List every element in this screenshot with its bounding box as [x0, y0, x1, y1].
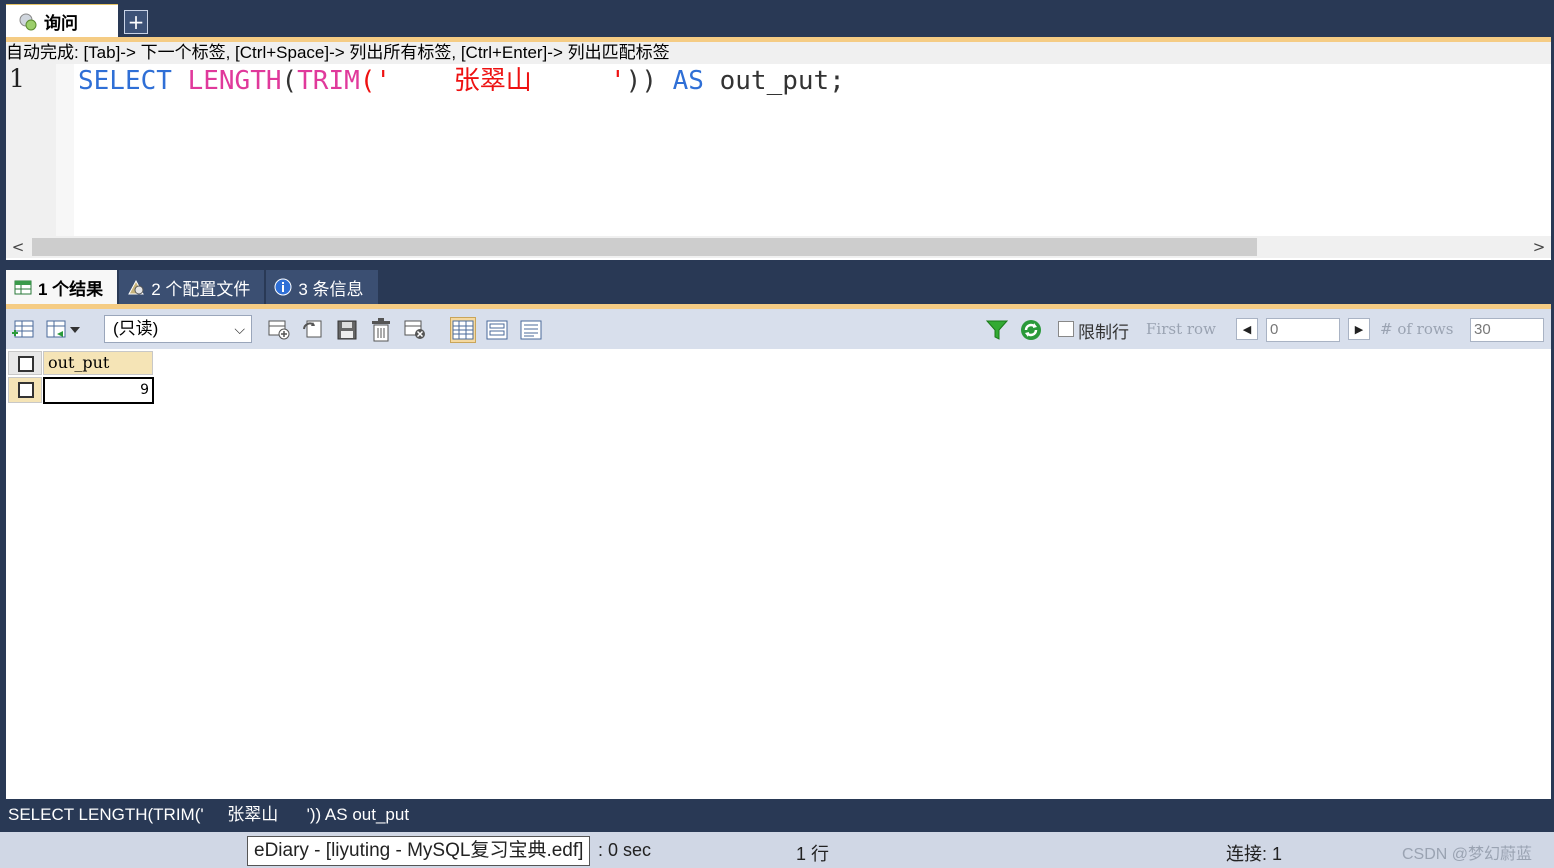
line-number: 1	[9, 64, 25, 93]
autocomplete-hint: 自动完成: [Tab]-> 下一个标签, [Ctrl+Space]-> 列出所有…	[6, 42, 1551, 64]
tab-profile-label: 2 个配置文件	[151, 279, 251, 299]
scroll-left-icon[interactable]: <	[8, 236, 28, 258]
select-all-checkbox[interactable]	[18, 356, 34, 372]
add-row-icon[interactable]	[10, 317, 36, 343]
tab-results-label: 1 个结果	[38, 279, 104, 299]
add-tab-button[interactable]: +	[124, 10, 148, 34]
table-cell[interactable]: 9	[43, 377, 154, 404]
limit-rows-checkbox[interactable]	[1058, 321, 1074, 337]
profile-icon	[127, 278, 145, 296]
tab-query[interactable]: 询问	[6, 4, 118, 38]
column-header[interactable]: out_put	[43, 351, 153, 375]
alias: out_put;	[719, 66, 845, 96]
next-page-icon[interactable]: ▶	[1348, 318, 1370, 340]
window-tooltip: eDiary - [liyuting - MySQL复习宝典.edf]	[247, 836, 591, 866]
watermark: CSDN @梦幻蔚蓝	[1402, 846, 1533, 863]
query-preview: SELECT LENGTH(TRIM(' 张翠山 ')) AS out_put	[0, 800, 1554, 832]
row-checkbox[interactable]	[18, 382, 34, 398]
chevron-down-icon[interactable]	[68, 317, 82, 343]
first-row-label: First row	[1146, 320, 1216, 338]
filter-icon[interactable]	[984, 317, 1010, 343]
first-row-input[interactable]: 0	[1266, 318, 1340, 342]
keyword-as: AS	[672, 66, 704, 96]
row-count: 1 行	[796, 844, 830, 864]
results-toolbar: (只读) ⌵ 限制行 First row ◀ 0 ▶ # of rows 30	[6, 309, 1551, 349]
top-tab-strip	[0, 0, 1554, 38]
paren-open: (	[281, 66, 298, 96]
mode-select-value: (只读)	[113, 319, 159, 338]
select-chevron-icon: ⌵	[234, 321, 245, 337]
tab-messages[interactable]: 3 条信息	[266, 270, 380, 304]
num-rows-input[interactable]: 30	[1470, 318, 1544, 342]
tab-query-label: 询问	[44, 14, 78, 34]
tab-profile[interactable]: 2 个配置文件	[119, 270, 267, 304]
result-tabs: 1 个结果 2 个配置文件 3 条信息	[6, 270, 380, 304]
function-trim: TRIM	[297, 66, 360, 96]
function-length: LENGTH	[187, 66, 282, 96]
keyword-select: SELECT	[78, 66, 172, 96]
status-bar: : 0 sec 1 行 连接: 1	[0, 832, 1554, 868]
prev-page-icon[interactable]: ◀	[1236, 318, 1258, 340]
paren-close: ))	[625, 66, 657, 96]
query-icon	[18, 12, 38, 32]
string-value: 张翠山	[453, 66, 532, 96]
exec-time: : 0 sec	[598, 840, 652, 860]
results-icon	[14, 278, 32, 296]
code-line[interactable]: SELECT LENGTH(TRIM(' 张翠山 ')) AS out_put;	[78, 64, 845, 98]
select-all-cell[interactable]	[8, 351, 42, 375]
duplicate-row-icon[interactable]	[266, 317, 292, 343]
results-grid: out_put 9	[6, 349, 1551, 799]
limit-rows-label: 限制行	[1078, 323, 1129, 342]
fold-margin	[56, 64, 74, 236]
connection-count: 连接: 1	[1226, 844, 1283, 864]
mode-select[interactable]: (只读) ⌵	[104, 315, 252, 343]
num-rows-label: # of rows	[1380, 320, 1454, 338]
sql-editor[interactable]: 自动完成: [Tab]-> 下一个标签, [Ctrl+Space]-> 列出所有…	[6, 42, 1551, 260]
form-view-icon[interactable]	[484, 317, 510, 343]
delete-icon[interactable]	[368, 317, 394, 343]
save-icon[interactable]	[334, 317, 360, 343]
string-close: '	[610, 66, 626, 96]
horizontal-scrollbar[interactable]: < >	[6, 236, 1551, 258]
export-icon[interactable]	[44, 317, 70, 343]
tab-messages-label: 3 条信息	[298, 279, 364, 299]
text-view-icon[interactable]	[518, 317, 544, 343]
cancel-changes-icon[interactable]	[402, 317, 428, 343]
refresh-icon[interactable]	[1018, 317, 1044, 343]
string-open: ('	[359, 66, 392, 96]
scroll-right-icon[interactable]: >	[1529, 236, 1549, 258]
scrollbar-thumb[interactable]	[32, 238, 1257, 256]
info-icon	[274, 278, 292, 296]
row-select-cell[interactable]	[8, 377, 42, 403]
tab-results[interactable]: 1 个结果	[6, 270, 120, 304]
grid-view-icon[interactable]	[450, 317, 476, 343]
copy-row-icon[interactable]	[300, 317, 326, 343]
